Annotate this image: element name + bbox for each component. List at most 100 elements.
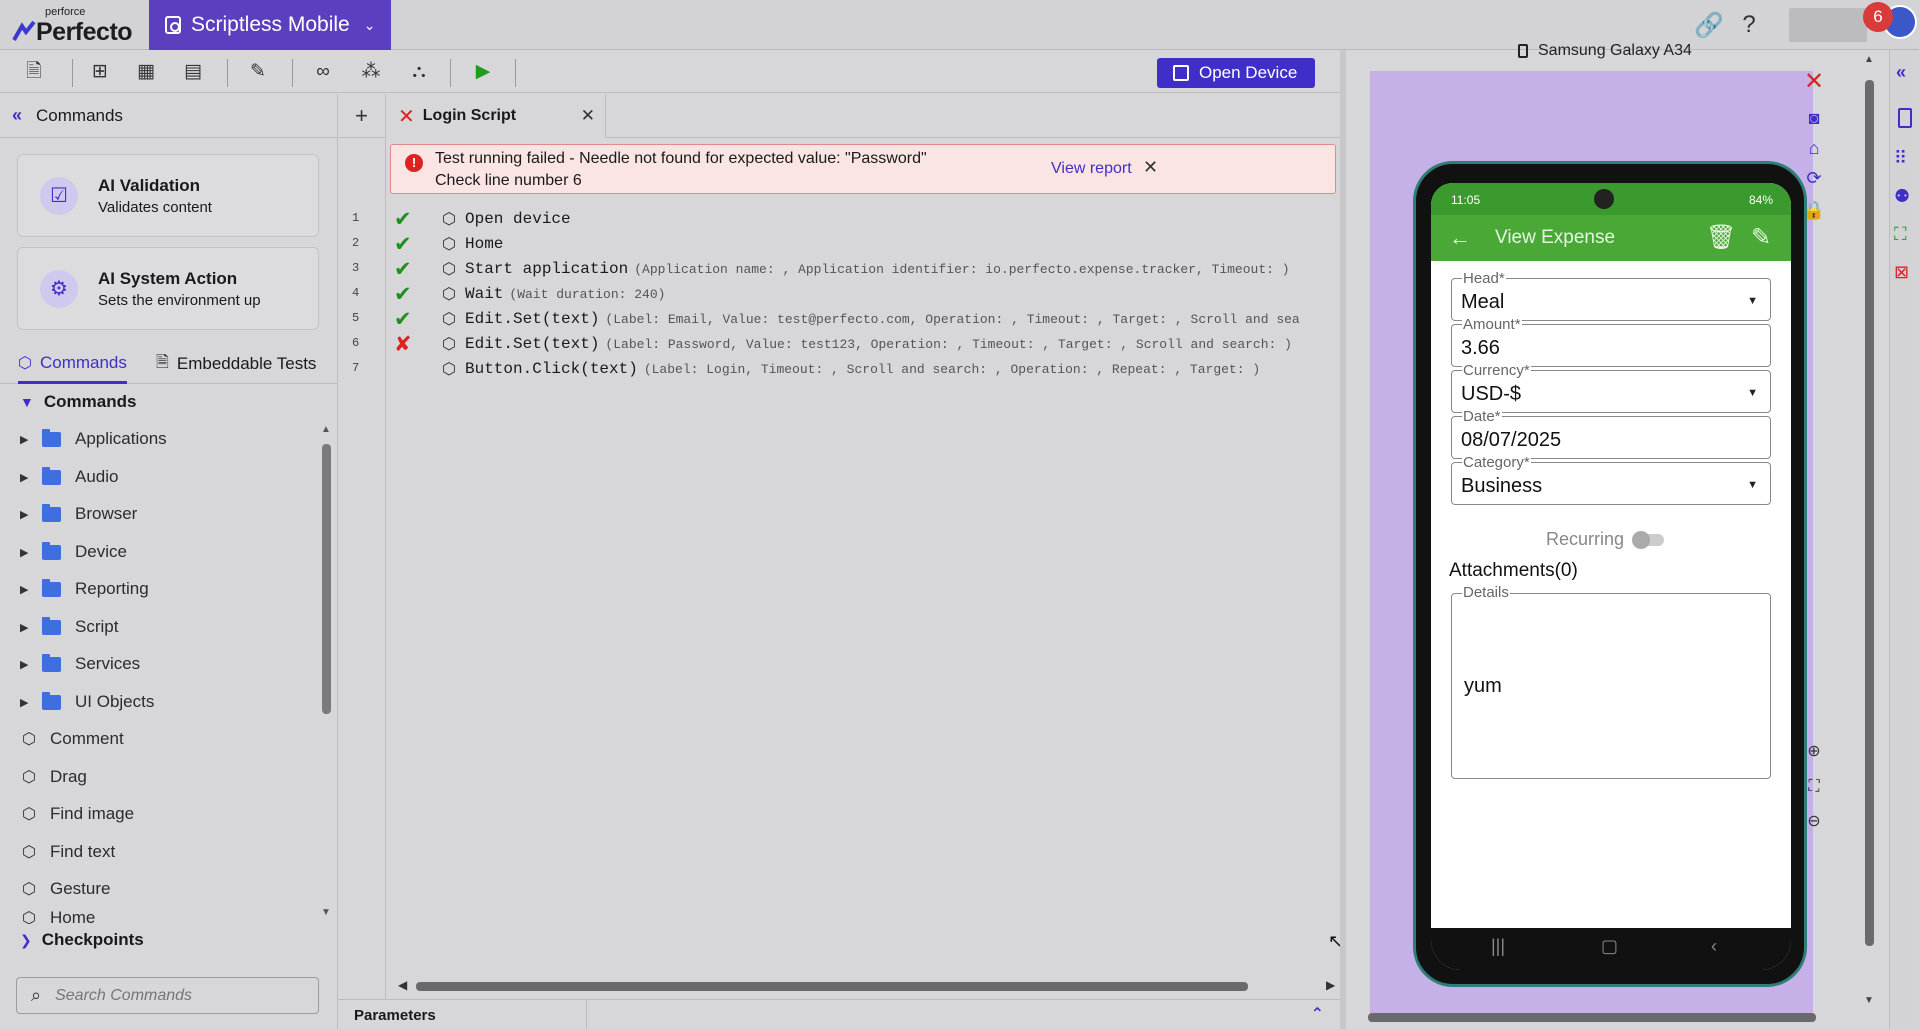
loop-icon[interactable]: ∞ [310, 59, 336, 85]
scroll-left-arrow-icon[interactable]: ◀ [398, 978, 407, 992]
edit-pencil-icon[interactable]: ✎ [1751, 223, 1771, 252]
network-icon[interactable]: ⛶ [1894, 224, 1907, 245]
app-switcher[interactable]: Scriptless Mobile ⌄ [149, 0, 391, 50]
search-commands-box[interactable]: ⌕ [16, 977, 319, 1014]
user-name-block[interactable] [1789, 8, 1867, 42]
new-script-icon[interactable]: 🗎 [21, 59, 47, 85]
expand-arrow-icon[interactable]: ▶ [20, 546, 36, 559]
scroll-up-arrow-icon[interactable]: ▲ [1864, 54, 1874, 65]
add-data-icon[interactable]: ⊞ [87, 59, 113, 85]
scroll-thumb[interactable] [322, 444, 331, 714]
add-tab-button[interactable]: + [338, 94, 386, 138]
camera-icon[interactable]: ◙ [1800, 104, 1828, 132]
tab-login-script[interactable]: ✕ Login Script ✕ [386, 94, 606, 138]
close-device-icon[interactable]: ✕ [1800, 68, 1828, 96]
expand-arrow-icon[interactable]: ▶ [20, 508, 36, 521]
close-alert-icon[interactable]: ✕ [1143, 157, 1158, 178]
folder-browser[interactable]: ▶ Browser [20, 499, 137, 529]
ai-validation-card[interactable]: ☑ AI Validation Validates content [17, 154, 319, 237]
search-commands-input[interactable] [55, 986, 296, 1005]
tab-commands[interactable]: ⬡ Commands [18, 344, 127, 384]
robot-icon[interactable]: ⚉ [1894, 186, 1910, 207]
tab-embeddable-tests[interactable]: 🗎 Embeddable Tests [156, 344, 316, 384]
folder-device[interactable]: ▶ Device [20, 537, 127, 567]
link-icon[interactable]: 🔗 [1689, 11, 1729, 40]
script-line[interactable]: 2 ✔ ⬡ Home [338, 232, 1340, 257]
commands-tree-header[interactable]: ▼ Commands [20, 392, 136, 412]
device-view-icon[interactable] [1898, 108, 1912, 128]
open-device-button[interactable]: Open Device [1157, 58, 1315, 88]
category-field[interactable]: Category* Business ▼ [1451, 454, 1771, 505]
date-field[interactable]: Date* 08/07/2025 [1451, 408, 1771, 459]
back-arrow-icon[interactable]: ← [1449, 225, 1471, 251]
expand-parameters-icon[interactable]: ⌃ [1311, 1004, 1324, 1024]
script-line[interactable]: 6 ✘ ⬡ Edit.Set(text) (Label: Password, Va… [338, 332, 1340, 357]
command-home[interactable]: ⬡ Home [20, 908, 95, 924]
zoom-out-icon[interactable]: ⊖ [1800, 808, 1828, 836]
lock-icon[interactable]: 🔒 [1800, 196, 1828, 224]
currency-field[interactable]: Currency* USD-$ ▼ [1451, 362, 1771, 413]
apps-grid-icon[interactable]: ⠿ [1894, 148, 1907, 169]
scroll-thumb[interactable] [1368, 1013, 1816, 1022]
command-drag[interactable]: ⬡ Drag [20, 762, 87, 792]
recents-icon[interactable]: ||| [1491, 936, 1505, 957]
scroll-right-arrow-icon[interactable]: ▶ [1326, 978, 1335, 992]
command-find-image[interactable]: ⬡ Find image [20, 799, 134, 829]
expand-arrow-icon[interactable]: ▶ [20, 658, 36, 671]
folder-reporting[interactable]: ▶ Reporting [20, 574, 149, 604]
script-line[interactable]: 7 ⬡ Button.Click(text) (Label: Login, Tim… [338, 357, 1340, 382]
folder-services[interactable]: ▶ Services [20, 649, 140, 679]
phone-screen[interactable]: 11:05 84% ← View Expense 🗑 ✎ Head* Meal … [1431, 183, 1791, 970]
help-icon[interactable]: ? [1729, 11, 1769, 39]
head-field[interactable]: Head* Meal ▼ [1451, 270, 1771, 321]
folder-audio[interactable]: ▶ Audio [20, 462, 118, 492]
amount-field[interactable]: Amount* 3.66 [1451, 316, 1771, 367]
commands-scrollbar[interactable]: ▲ ▼ [321, 424, 331, 919]
command-find-text[interactable]: ⬡ Find text [20, 837, 115, 867]
script-line[interactable]: 3 ✔ ⬡ Start application (Application name… [338, 257, 1340, 282]
folder-applications[interactable]: ▶ Applications [20, 424, 167, 454]
close-tab-icon[interactable]: ✕ [581, 106, 595, 126]
scroll-up-arrow-icon[interactable]: ▲ [321, 424, 331, 435]
perfecto-logo[interactable]: perforce Perfecto [12, 6, 142, 46]
folder-script[interactable]: ▶ Script [20, 612, 118, 642]
recurring-toggle[interactable] [1632, 530, 1665, 549]
play-icon[interactable]: ▶ [470, 59, 496, 85]
command-comment[interactable]: ⬡ Comment [20, 724, 124, 754]
home-icon[interactable]: ⌂ [1800, 134, 1828, 162]
release-device-icon[interactable]: ⊠ [1894, 262, 1909, 283]
script-line[interactable]: 5 ✔ ⬡ Edit.Set(text) (Label: Email, Value… [338, 307, 1340, 332]
fit-screen-icon[interactable]: ⛶ [1800, 773, 1828, 801]
view-report-link[interactable]: View report [1051, 160, 1132, 178]
edit-pencil-icon[interactable]: ✎ [245, 59, 271, 85]
expand-arrow-icon[interactable]: ▶ [20, 696, 36, 709]
scroll-thumb[interactable] [416, 982, 1248, 991]
expand-arrow-icon[interactable]: ▶ [20, 433, 36, 446]
folder-ui-objects[interactable]: ▶ UI Objects [20, 687, 154, 717]
device-horizontal-scrollbar[interactable] [1346, 1010, 1856, 1024]
back-chevron-icon[interactable]: ‹ [1711, 936, 1717, 957]
ai-system-action-card[interactable]: ⚙ AI System Action Sets the environment … [17, 247, 319, 330]
calendar-icon[interactable]: ▤ [180, 59, 206, 85]
details-field[interactable]: Details yum [1451, 584, 1771, 779]
home-circle-icon[interactable]: ▢ [1601, 936, 1618, 957]
zoom-in-icon[interactable]: ⊕ [1800, 738, 1828, 766]
notification-badge[interactable]: 6 [1863, 2, 1893, 32]
expand-arrow-icon[interactable]: ▶ [20, 621, 36, 634]
script-line[interactable]: 1 ✔ ⬡ Open device [338, 207, 1340, 232]
trash-icon[interactable]: 🗑 [1706, 223, 1736, 252]
hierarchy-icon[interactable]: ⛬ [406, 59, 432, 85]
script-line[interactable]: 4 ✔ ⬡ Wait (Wait duration: 240) [338, 282, 1340, 307]
scroll-down-arrow-icon[interactable]: ▼ [321, 907, 331, 918]
editor-horizontal-scrollbar[interactable]: ◀ ▶ [386, 978, 1340, 994]
table-icon[interactable]: ▦ [133, 59, 159, 85]
rotate-icon[interactable]: ⟳ [1800, 164, 1828, 192]
collapse-panel-icon[interactable]: « [12, 105, 22, 126]
collapse-sidebar-icon[interactable]: « [1896, 62, 1906, 83]
group-icon[interactable]: ⁂ [358, 59, 384, 85]
expand-arrow-icon[interactable]: ▶ [20, 471, 36, 484]
scroll-down-arrow-icon[interactable]: ▼ [1864, 995, 1874, 1006]
checkpoints-header[interactable]: ❯ Checkpoints [20, 930, 144, 950]
command-gesture[interactable]: ⬡ Gesture [20, 874, 110, 904]
device-vertical-scrollbar[interactable]: ▲ ▼ [1862, 50, 1876, 1010]
